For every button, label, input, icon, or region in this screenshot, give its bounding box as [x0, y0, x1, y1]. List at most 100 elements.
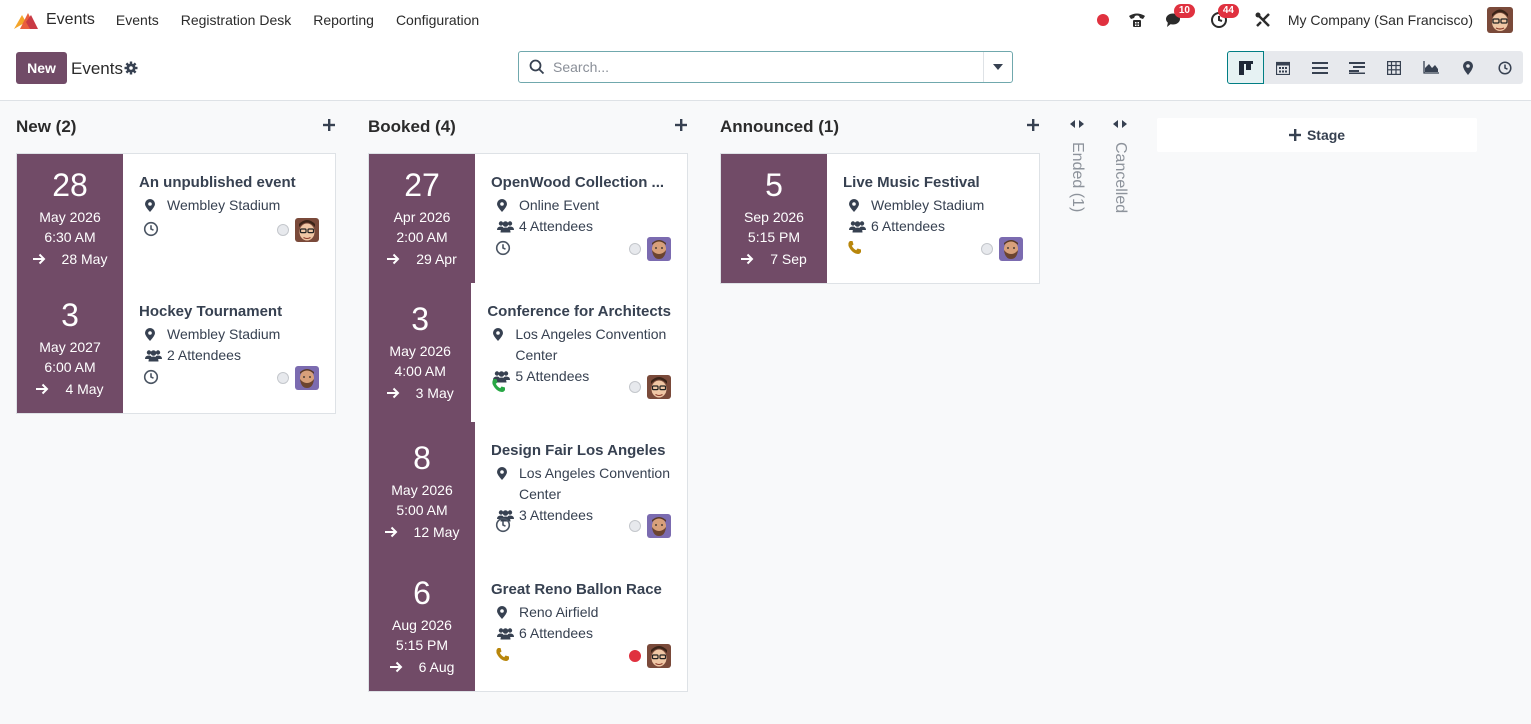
- users-icon: [497, 221, 514, 233]
- gear-icon[interactable]: [124, 61, 138, 75]
- arrow-right-icon: [741, 253, 754, 265]
- event-date-box: 6 Aug 2026 5:15 PM 6 Aug: [369, 561, 475, 691]
- quick-create-button[interactable]: [675, 118, 687, 134]
- event-day: 6: [413, 574, 431, 611]
- app-brand[interactable]: Events: [12, 9, 95, 31]
- event-day: 27: [404, 167, 440, 203]
- plus-icon: [323, 119, 335, 131]
- event-end-label: 3 May: [415, 385, 454, 401]
- recording-indicator[interactable]: [1090, 7, 1116, 33]
- phone-icon[interactable]: [843, 240, 862, 258]
- add-stage-button[interactable]: Stage: [1157, 118, 1477, 152]
- priority-status-dot[interactable]: [629, 650, 641, 662]
- responsible-avatar[interactable]: [647, 375, 671, 399]
- kanban-column-header: New (2): [16, 116, 336, 138]
- priority-status-dot[interactable]: [629, 243, 641, 255]
- event-location-row: Reno Airfield: [491, 602, 671, 623]
- column-title: Announced (1): [720, 117, 839, 136]
- event-card[interactable]: 5 Sep 2026 5:15 PM 7 Sep Live Music Festival…: [720, 153, 1040, 284]
- responsible-avatar[interactable]: [295, 218, 319, 242]
- event-date-box: 3 May 2026 4:00 AM 3 May: [369, 283, 472, 422]
- folded-column-label: Cancelled: [1112, 142, 1129, 214]
- responsible-avatar[interactable]: [647, 644, 671, 668]
- search-input[interactable]: [553, 59, 973, 75]
- priority-status-dot[interactable]: [981, 243, 993, 255]
- view-map-button[interactable]: [1449, 51, 1486, 84]
- map-marker-icon: [491, 602, 519, 619]
- phone-icon[interactable]: [487, 378, 506, 396]
- menu-reporting[interactable]: Reporting: [302, 12, 385, 28]
- clock-icon[interactable]: [139, 221, 159, 240]
- event-card[interactable]: 8 May 2026 5:00 AM 12 May Design Fair Los An…: [368, 422, 688, 562]
- folded-column-ended[interactable]: Ended (1): [1062, 120, 1092, 212]
- event-month-year: May 2026: [391, 482, 453, 498]
- map-marker-icon: [497, 467, 507, 480]
- event-card-footer: [843, 237, 1023, 261]
- page-title: Events: [71, 59, 123, 78]
- priority-status-dot[interactable]: [629, 381, 641, 393]
- event-card[interactable]: 6 Aug 2026 5:15 PM 6 Aug Great Reno Ballon R…: [368, 561, 688, 692]
- activities-button[interactable]: 44: [1206, 4, 1239, 33]
- view-gantt-button[interactable]: [1338, 51, 1375, 84]
- view-kanban-button[interactable]: [1227, 51, 1264, 84]
- arrow-right-icon: [386, 387, 400, 399]
- gantt-icon: [1348, 61, 1365, 74]
- debug-tools-button[interactable]: [1250, 7, 1276, 33]
- menu-events[interactable]: Events: [105, 12, 170, 28]
- search-options-toggle[interactable]: [983, 52, 1012, 82]
- event-card[interactable]: 28 May 2026 6:30 AM 28 May An unpublished ev…: [16, 153, 336, 284]
- map-marker-icon: [849, 199, 859, 212]
- event-card-footer: [491, 237, 671, 261]
- users-icon: [843, 216, 871, 233]
- phone-icon[interactable]: [491, 647, 510, 665]
- event-card[interactable]: 3 May 2027 6:00 AM 4 May Hockey Tournament We…: [16, 283, 336, 414]
- caret-down-icon: [993, 64, 1003, 70]
- avatar-image: [295, 366, 319, 390]
- user-avatar[interactable]: [1487, 7, 1513, 33]
- view-activity-button[interactable]: [1486, 51, 1523, 84]
- event-card-right: [277, 218, 319, 242]
- clock-icon[interactable]: [491, 240, 511, 259]
- event-info: OpenWood Collection ... Online Event 4 Att…: [475, 154, 687, 283]
- area-chart-icon: [1422, 61, 1439, 74]
- users-icon: [139, 345, 167, 362]
- search-bar: [518, 51, 1013, 83]
- priority-status-dot[interactable]: [629, 520, 641, 532]
- event-day: 3: [411, 301, 430, 337]
- responsible-avatar[interactable]: [295, 366, 319, 390]
- clock-icon: [1497, 60, 1512, 75]
- company-switcher[interactable]: My Company (San Francisco): [1288, 12, 1473, 28]
- quick-create-button[interactable]: [1027, 118, 1039, 134]
- phone-icon: [1128, 13, 1145, 27]
- arrow-right-icon: [741, 253, 762, 265]
- clock-icon[interactable]: [491, 517, 511, 536]
- quick-create-button[interactable]: [323, 118, 335, 134]
- kanban-column-header: Booked (4): [368, 116, 688, 138]
- responsible-avatar[interactable]: [647, 237, 671, 261]
- event-card[interactable]: 3 May 2026 4:00 AM 3 May Conference for Arch…: [368, 283, 688, 423]
- view-graph-button[interactable]: [1412, 51, 1449, 84]
- menu-configuration[interactable]: Configuration: [385, 12, 490, 28]
- view-pivot-button[interactable]: [1375, 51, 1412, 84]
- priority-status-dot[interactable]: [277, 372, 289, 384]
- event-date-box: 27 Apr 2026 2:00 AM 29 Apr: [369, 154, 475, 283]
- event-end-date: 4 May: [36, 378, 104, 400]
- arrow-right-icon: [36, 383, 57, 395]
- responsible-avatar[interactable]: [999, 237, 1023, 261]
- messaging-button[interactable]: 10: [1162, 4, 1195, 33]
- arrow-right-icon: [387, 253, 400, 265]
- main-menu: Events Registration Desk Reporting Confi…: [105, 12, 490, 28]
- priority-status-dot[interactable]: [277, 224, 289, 236]
- clock-icon[interactable]: [139, 369, 159, 388]
- event-card[interactable]: 27 Apr 2026 2:00 AM 29 Apr OpenWood Collecti…: [368, 153, 688, 284]
- menu-registration-desk[interactable]: Registration Desk: [170, 12, 303, 28]
- event-month-year: Aug 2026: [392, 616, 452, 633]
- responsible-avatar[interactable]: [647, 514, 671, 538]
- event-attendees: 2 Attendees: [167, 347, 241, 363]
- view-calendar-button[interactable]: [1264, 51, 1301, 84]
- new-button[interactable]: New: [16, 52, 67, 84]
- view-list-button[interactable]: [1301, 51, 1338, 84]
- column-title: Booked (4): [368, 117, 456, 136]
- voip-button[interactable]: [1124, 7, 1150, 33]
- folded-column-cancelled[interactable]: Cancelled: [1105, 120, 1135, 213]
